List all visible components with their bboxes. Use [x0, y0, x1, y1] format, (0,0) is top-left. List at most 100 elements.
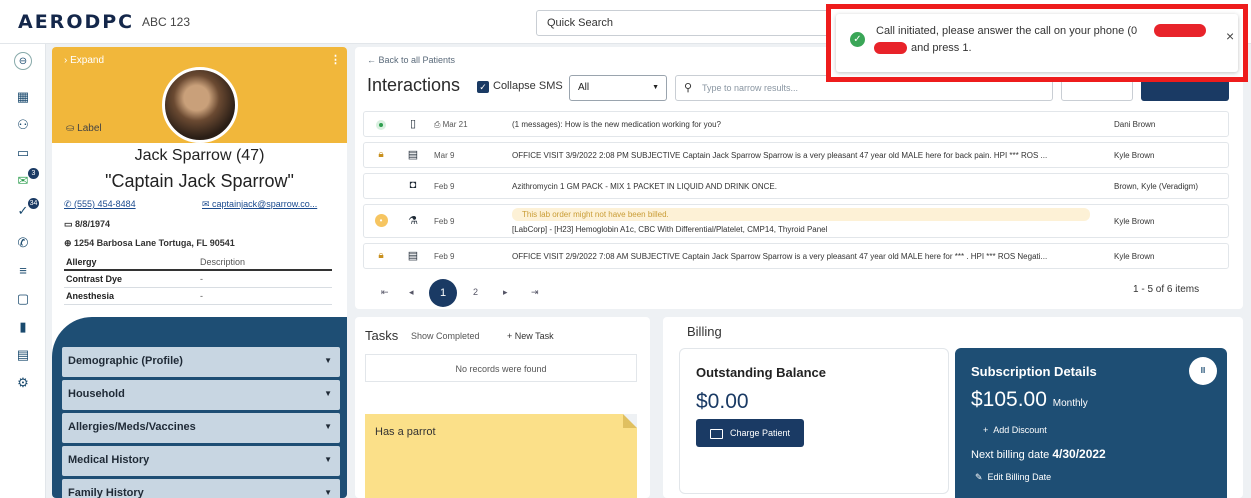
row-provider: Kyle Brown — [1114, 252, 1155, 261]
redaction-mark — [874, 42, 907, 54]
phone-icon[interactable]: ✆ — [14, 234, 32, 252]
allergy-name: Contrast Dye — [66, 274, 123, 284]
chevron-down-icon: ▼ — [324, 488, 332, 497]
outstanding-balance-card: Outstanding Balance $0.00 Charge Patient — [679, 348, 949, 494]
success-check-icon: ✓ — [850, 32, 865, 47]
prev-page-icon[interactable]: ◂ — [409, 287, 414, 298]
interactions-panel: ← Back to all Patients Interactions ✓ Co… — [355, 47, 1243, 309]
close-icon[interactable]: × — [1226, 28, 1234, 44]
first-page-icon[interactable]: ⇤ — [381, 287, 389, 298]
messages-badge-icon: 3 — [28, 168, 39, 179]
table-row[interactable]: ◘ Feb 9 Azithromycin 1 GM PACK - MIX 1 P… — [363, 173, 1229, 199]
table-row: Contrast Dye - — [64, 271, 332, 288]
reports-icon[interactable]: ▮ — [14, 318, 32, 336]
quick-search-input[interactable]: Quick Search — [536, 10, 842, 36]
section-allergies[interactable]: Allergies/Meds/Vaccines ▼ — [62, 413, 340, 443]
org-name: ABC 123 — [142, 15, 191, 29]
show-completed-toggle[interactable]: Show Completed — [411, 331, 480, 341]
settings-icon[interactable]: ⚙ — [14, 374, 32, 392]
search-placeholder: Type to narrow results... — [702, 83, 799, 93]
patient-address: ⊕ 1254 Barbosa Lane Tortuga, FL 90541 — [64, 238, 235, 248]
patients-icon[interactable]: ⚇ — [14, 116, 32, 134]
folder-icon[interactable]: ▢ — [14, 290, 32, 308]
add-discount-button[interactable]: + Add Discount — [983, 425, 1047, 435]
row-date: Feb 9 — [434, 182, 455, 191]
row-date: ⎙ Mar 21 — [434, 120, 468, 129]
page-2-button[interactable]: 2 — [473, 287, 478, 297]
patient-card: › Expand ⋮ ⛀ Label Jack Sparrow (47) "Ca… — [52, 47, 347, 498]
tasks-panel: Tasks Show Completed + New Task No recor… — [355, 317, 650, 498]
date-text: Mar 21 — [442, 120, 468, 129]
section-label: Family History — [68, 487, 144, 498]
table-row[interactable]: 🔒︎ ▤ Feb 9 OFFICE VISIT 2/9/2022 7:08 AM… — [363, 243, 1229, 269]
left-nav-rail: ⊖ ▦ ⚇ ▭ ✉ 3 ✓ 34 ✆ ≡ ▢ ▮ ▤ ⚙ — [0, 44, 46, 498]
back-to-patients-link[interactable]: ← Back to all Patients — [367, 55, 455, 65]
row-date: Feb 9 — [434, 217, 455, 226]
last-page-icon[interactable]: ⇥ — [531, 287, 539, 298]
subscription-title: Subscription Details — [971, 364, 1097, 379]
status-dot-icon — [374, 118, 388, 131]
redaction-mark — [1154, 24, 1206, 37]
list-icon[interactable]: ≡ — [14, 262, 32, 280]
expand-button[interactable]: › Expand — [64, 55, 104, 66]
table-row[interactable]: ▯ ⎙ Mar 21 (1 messages): How is the new … — [363, 111, 1229, 137]
phone-device-icon: ▯ — [409, 118, 417, 130]
document-icon: ▤ — [407, 149, 419, 161]
billing-panel: Billing Outstanding Balance $0.00 Charge… — [663, 317, 1243, 498]
table-row[interactable]: • ⚗ Feb 9 This lab order might not have … — [363, 204, 1229, 238]
calendar-icon[interactable]: ▭ — [14, 144, 32, 162]
collapse-sms-label: Collapse SMS — [493, 80, 563, 92]
patient-email[interactable]: ✉ captainjack@sparrow.co... — [202, 199, 337, 210]
chevron-down-icon: ▼ — [324, 455, 332, 464]
section-label: Medical History — [68, 454, 150, 466]
next-page-icon[interactable]: ▸ — [503, 287, 508, 298]
section-family-history[interactable]: Family History ▼ — [62, 479, 340, 498]
row-text: OFFICE VISIT 2/9/2022 7:08 AM SUBJECTIVE… — [512, 252, 1048, 261]
section-demographic[interactable]: Demographic (Profile) ▼ — [62, 347, 340, 377]
chevron-down-icon: ▼ — [324, 389, 332, 398]
period-text: Monthly — [1052, 398, 1088, 409]
description-col-header: Description — [200, 257, 246, 267]
lock-icon: 🔒︎ — [378, 149, 384, 160]
avatar — [162, 67, 238, 143]
call-toast: ✓ Call initiated, please answer the call… — [836, 14, 1238, 72]
label-button[interactable]: ⛀ Label — [66, 123, 102, 134]
edit-billing-date-button[interactable]: ✎ Edit Billing Date — [975, 472, 1051, 483]
row-provider: Brown, Kyle (Veradigm) — [1114, 182, 1199, 191]
new-task-button[interactable]: + New Task — [507, 331, 554, 341]
page-1-button[interactable]: 1 — [429, 279, 457, 307]
collapse-sms-checkbox[interactable]: ✓ — [477, 81, 489, 93]
section-medical-history[interactable]: Medical History ▼ — [62, 446, 340, 476]
row-text: [LabCorp] - [H23] Hemoglobin A1c, CBC Wi… — [512, 225, 828, 234]
patient-dob: ▭ 8/8/1974 — [64, 219, 111, 229]
allergy-desc: - — [200, 274, 203, 284]
add-discount-label: Add Discount — [993, 425, 1047, 435]
section-household[interactable]: Household ▼ — [62, 380, 340, 410]
outstanding-value: $0.00 — [696, 390, 749, 413]
next-billing: Next billing date 4/30/2022 — [971, 447, 1106, 461]
row-provider: Dani Brown — [1114, 120, 1156, 129]
toast-message-line2: and press 1. — [911, 42, 972, 54]
pause-subscription-button[interactable]: II — [1189, 357, 1217, 385]
dashboard-icon[interactable]: ▦ — [14, 88, 32, 106]
more-options-icon[interactable]: ⋮ — [330, 53, 341, 66]
section-label: Demographic (Profile) — [68, 355, 183, 367]
next-billing-label: Next billing date — [971, 449, 1050, 461]
patient-nickname: "Captain Jack Sparrow" — [105, 171, 294, 191]
row-date: Feb 9 — [434, 252, 455, 261]
app-logo: AERODPC — [18, 11, 135, 33]
allergy-desc: - — [200, 291, 203, 301]
interaction-filter-select[interactable]: All ▼ — [569, 75, 667, 101]
charge-patient-button[interactable]: Charge Patient — [696, 419, 804, 447]
chevron-down-icon: ▼ — [652, 84, 659, 91]
building-icon[interactable]: ▤ — [14, 346, 32, 364]
medication-icon: ◘ — [409, 179, 417, 191]
row-text: Azithromycin 1 GM PACK - MIX 1 PACKET IN… — [512, 182, 777, 191]
sticky-note[interactable]: Has a parrot — [365, 414, 637, 498]
phone-text: (555) 454-8484 — [74, 199, 136, 209]
table-row[interactable]: 🔒︎ ▤ Mar 9 OFFICE VISIT 3/9/2022 2:08 PM… — [363, 142, 1229, 168]
row-provider: Kyle Brown — [1114, 217, 1155, 226]
collapse-nav-icon[interactable]: ⊖ — [14, 52, 32, 70]
note-text: Has a parrot — [375, 426, 436, 438]
patient-phone[interactable]: ✆ (555) 454-8484 — [64, 199, 136, 210]
